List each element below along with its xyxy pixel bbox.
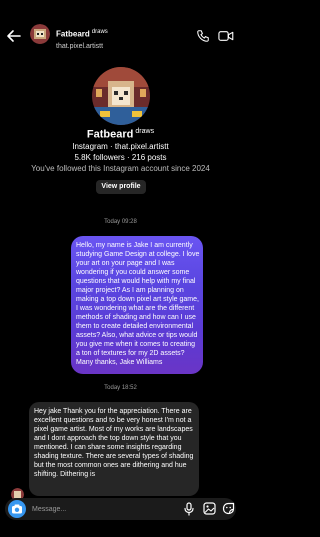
message-composer	[5, 498, 236, 520]
outgoing-message[interactable]: Hello, my name is Jake I am currently st…	[71, 236, 203, 374]
profile-stats: 5.8K followers · 216 posts	[74, 153, 167, 162]
profile-platform-line: Instagram · that.pixel.artistt	[72, 142, 169, 151]
camera-icon	[12, 504, 22, 514]
sticker-icon[interactable]	[222, 502, 235, 515]
back-arrow-icon[interactable]	[6, 28, 22, 44]
video-call-icon[interactable]	[218, 29, 234, 43]
header-username: that.pixel.artistt	[56, 43, 104, 50]
header-name-suffix: draws	[91, 29, 108, 35]
message-timestamp: Today 09:28	[104, 219, 137, 225]
view-profile-button[interactable]: View profile	[96, 180, 146, 194]
profile-display-name: Fatbeard draws	[86, 128, 155, 141]
profile-avatar[interactable]	[92, 67, 150, 125]
camera-button[interactable]	[8, 500, 26, 518]
microphone-icon[interactable]	[183, 502, 195, 516]
message-timestamp: Today 18:52	[104, 385, 137, 391]
profile-name-suffix: draws	[135, 128, 155, 135]
header-avatar[interactable]	[30, 24, 50, 44]
profile-follow-note: You've followed this Instagram account s…	[31, 164, 210, 173]
chat-header: Fatbeard draws that.pixel.artistt	[0, 0, 241, 58]
header-display-name[interactable]: Fatbeard draws	[56, 29, 108, 39]
gallery-icon[interactable]	[203, 502, 216, 515]
message-input[interactable]	[32, 501, 152, 517]
incoming-message[interactable]: Hey jake Thank you for the appreciation.…	[29, 402, 199, 496]
phone-icon[interactable]	[196, 29, 210, 43]
